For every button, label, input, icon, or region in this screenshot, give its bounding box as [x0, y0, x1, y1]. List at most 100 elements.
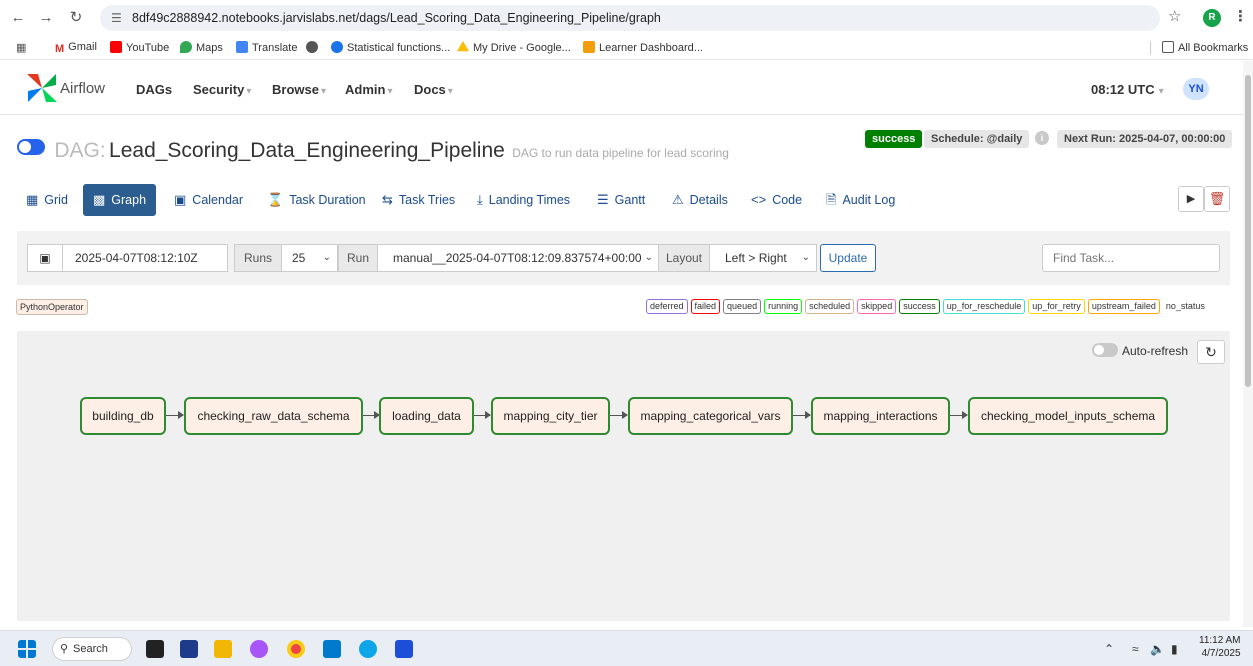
bookmarks-bar: ▦ M Gmail YouTube Maps Translate Statisti… [0, 36, 1253, 60]
bookmark-chrome[interactable] [306, 41, 322, 54]
state-up-for-reschedule[interactable]: up_for_reschedule [942, 299, 1026, 314]
auto-refresh-toggle[interactable]: Auto-refresh [1092, 343, 1188, 358]
task-node-mapping-categorical-vars[interactable]: mapping_categorical_vars [628, 397, 793, 435]
state-failed[interactable]: failed [690, 299, 721, 314]
runs-value: 25 [292, 251, 306, 265]
notepad-icon[interactable] [395, 640, 413, 658]
taskbar-search[interactable]: ⚲ Search [52, 637, 132, 661]
bookmark-youtube[interactable]: YouTube [110, 41, 169, 54]
bookmark-statistical-functions[interactable]: Statistical functions... [331, 41, 450, 54]
schedule-badge: Schedule: @daily [924, 130, 1030, 148]
tray-chevron-up-icon[interactable]: ⌃ [1104, 642, 1114, 656]
state-queued[interactable]: queued [723, 299, 762, 314]
store-icon[interactable] [180, 640, 198, 658]
back-icon[interactable]: ← [8, 8, 28, 28]
tab-audit-log[interactable]: 🗎 Audit Log [826, 184, 895, 216]
file-explorer-icon[interactable] [214, 640, 232, 658]
task-node-checking-model-inputs-schema[interactable]: checking_model_inputs_schema [968, 397, 1168, 435]
reload-icon[interactable]: ↻ [66, 8, 86, 28]
task-node-mapping-city-tier[interactable]: mapping_city_tier [491, 397, 610, 435]
tab-code[interactable]: <> Code [751, 184, 802, 216]
task-node-checking-raw-data-schema[interactable]: checking_raw_data_schema [184, 397, 363, 435]
run-select[interactable]: manual__2025-04-07T08:12:09.837574+00:00… [377, 244, 660, 272]
scrollbar-thumb[interactable] [1245, 75, 1251, 387]
translate-icon [236, 41, 248, 53]
tab-task-tries[interactable]: ⇆ Task Tries [382, 184, 455, 216]
dag-name[interactable]: Lead_Scoring_Data_Engineering_Pipeline [109, 139, 505, 162]
dag-description: DAG to run data pipeline for lead scorin… [512, 146, 729, 160]
task-node-mapping-interactions[interactable]: mapping_interactions [811, 397, 950, 435]
dag-prefix: DAG: [54, 139, 106, 162]
bookmark-learner-dashboard[interactable]: Learner Dashboard... [583, 41, 703, 54]
tab-graph[interactable]: ▩ Graph [83, 184, 157, 216]
forward-icon[interactable]: → [36, 8, 56, 28]
gantt-icon: ☰ [597, 192, 609, 207]
state-running[interactable]: running [764, 299, 803, 314]
state-deferred[interactable]: deferred [646, 299, 688, 314]
state-scheduled[interactable]: scheduled [805, 299, 855, 314]
state-no-status[interactable]: no_status [1162, 300, 1208, 315]
calendar-picker-button[interactable]: ▣ [27, 244, 63, 272]
site-settings-icon[interactable]: ☰ [111, 5, 122, 31]
edge-arrow [610, 411, 628, 419]
windows-start-icon[interactable] [18, 640, 36, 658]
tab-gantt[interactable]: ☰ Gantt [597, 184, 645, 216]
vscode-icon[interactable] [323, 640, 341, 658]
bookmark-star-icon[interactable]: ☆ [1168, 7, 1181, 25]
user-menu[interactable]: YN [1183, 78, 1209, 100]
folder-icon [1162, 41, 1174, 53]
delete-dag-button[interactable]: 🗑 [1204, 186, 1230, 212]
operator-legend-python[interactable]: PythonOperator [16, 299, 88, 315]
trigger-dag-button[interactable]: ▶ [1178, 186, 1204, 212]
taskbar-clock[interactable]: 11:12 AM 4/7/2025 [1199, 634, 1241, 660]
layout-select[interactable]: Left > Right ⌄ [709, 244, 817, 272]
bookmark-label: YouTube [126, 42, 170, 54]
address-bar[interactable]: ☰ 8df49c2888942.notebooks.jarvislabs.net… [100, 5, 1160, 31]
menu-docs[interactable]: Docs ▾ [414, 82, 453, 97]
utc-clock[interactable]: 08:12 UTC ▾ [1091, 82, 1164, 97]
bookmark-translate[interactable]: Translate [236, 41, 297, 54]
tab-grid[interactable]: ▦ Grid [26, 184, 68, 216]
bookmarks-divider [1150, 41, 1151, 55]
task-view-icon[interactable] [146, 640, 164, 658]
volume-icon[interactable]: 🔈 [1150, 642, 1165, 656]
state-success[interactable]: success [899, 299, 940, 314]
refresh-button[interactable]: ↻ [1197, 340, 1225, 364]
all-bookmarks[interactable]: All Bookmarks [1162, 41, 1248, 54]
find-task-input[interactable] [1042, 244, 1220, 272]
menu-browse[interactable]: Browse ▾ [272, 82, 326, 97]
battery-icon[interactable]: ▮ [1171, 642, 1178, 656]
base-date-input[interactable]: 2025-04-07T08:12:10Z [62, 244, 228, 272]
menu-dags[interactable]: DAGs [136, 82, 172, 97]
info-icon[interactable]: i [1035, 131, 1049, 145]
profile-avatar[interactable]: R [1203, 9, 1221, 27]
airflow-navbar: Airflow DAGs Security ▾ Browse ▾ Admin ▾ Do… [0, 61, 1243, 115]
menu-admin[interactable]: Admin ▾ [345, 82, 392, 97]
bookmark-my-drive[interactable]: My Drive - Google... [457, 41, 571, 54]
dag-pause-toggle[interactable] [17, 139, 45, 155]
runs-select[interactable]: 25 ⌄ [281, 244, 338, 272]
dag-graph-canvas[interactable]: Auto-refresh ↻ building_db checking_raw_… [17, 331, 1230, 621]
bookmark-maps[interactable]: Maps [180, 41, 223, 54]
tab-task-duration[interactable]: ⌛ Task Duration [267, 184, 366, 216]
task-node-loading-data[interactable]: loading_data [379, 397, 474, 435]
bookmark-gmail[interactable]: M Gmail [55, 41, 97, 55]
tab-details[interactable]: ⚠ Details [672, 184, 728, 216]
apps-icon[interactable]: ▦ [16, 41, 26, 54]
brand-name[interactable]: Airflow [60, 80, 105, 97]
browser-menu-icon[interactable]: ⋮ [1233, 7, 1248, 25]
chrome-icon[interactable] [287, 640, 305, 658]
snipping-tool-icon[interactable] [250, 640, 268, 658]
airflow-logo-icon[interactable] [26, 73, 58, 103]
edge-browser-icon[interactable] [359, 640, 377, 658]
tab-landing-times[interactable]: ⤓ Landing Times [477, 184, 570, 216]
menu-security[interactable]: Security ▾ [193, 82, 251, 97]
wifi-icon[interactable]: ≈ [1132, 642, 1139, 656]
state-skipped[interactable]: skipped [857, 299, 897, 314]
task-node-building-db[interactable]: building_db [80, 397, 166, 435]
state-up-for-retry[interactable]: up_for_retry [1028, 299, 1085, 314]
page-scrollbar[interactable] [1243, 61, 1253, 627]
update-button[interactable]: Update [820, 244, 876, 272]
state-upstream-failed[interactable]: upstream_failed [1087, 299, 1160, 314]
tab-calendar[interactable]: ▣ Calendar [174, 184, 243, 216]
